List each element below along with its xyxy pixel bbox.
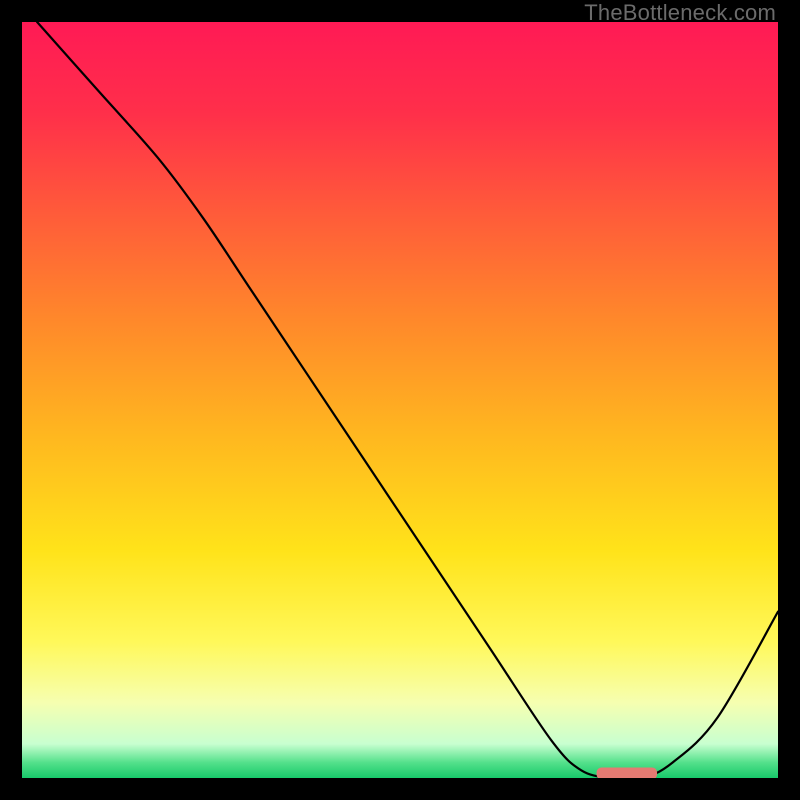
optimum-marker bbox=[597, 767, 657, 778]
watermark-text: TheBottleneck.com bbox=[584, 0, 776, 26]
bottleneck-chart bbox=[22, 22, 778, 778]
gradient-background bbox=[22, 22, 778, 778]
chart-frame bbox=[22, 22, 778, 778]
